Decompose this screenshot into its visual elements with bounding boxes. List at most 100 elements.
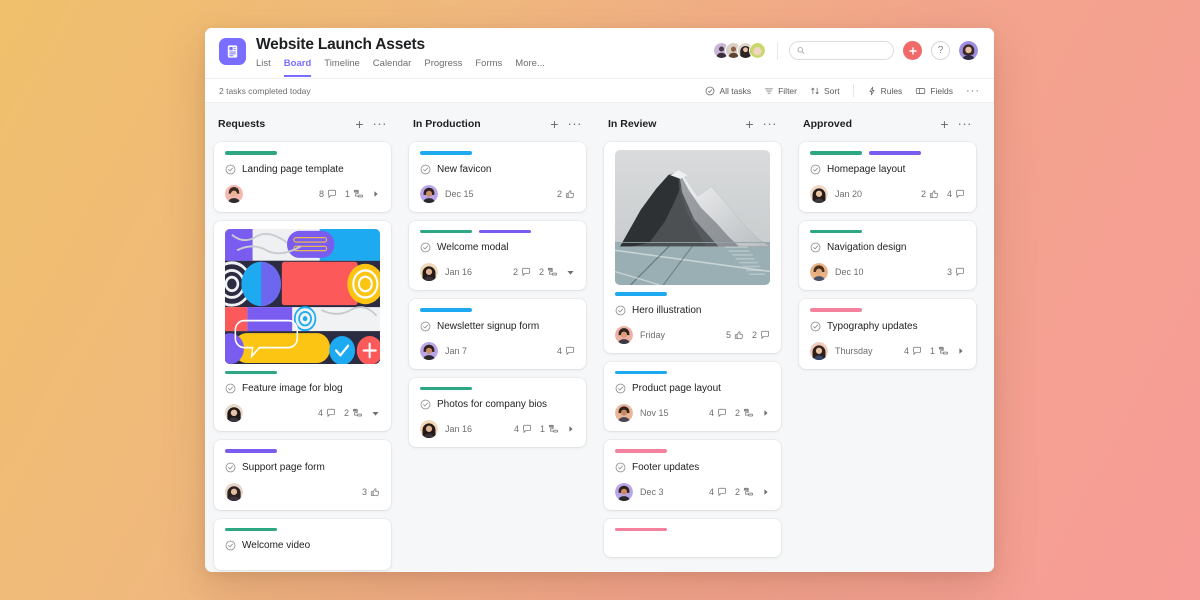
comment-count: 4 — [514, 424, 532, 434]
assignee-avatar[interactable] — [225, 404, 243, 422]
caret-down-icon[interactable] — [371, 409, 380, 418]
help-button[interactable]: ? — [931, 41, 950, 60]
complete-check-icon[interactable] — [420, 321, 431, 332]
member-avatars[interactable] — [713, 42, 766, 59]
due-date: Nov 15 — [640, 408, 669, 418]
tag-green — [810, 151, 862, 155]
complete-check-icon[interactable] — [810, 321, 821, 332]
rules-button[interactable]: Rules — [867, 86, 902, 96]
caret-right-icon[interactable] — [762, 488, 770, 496]
sort-button[interactable]: Sort — [810, 86, 840, 96]
assignee-avatar[interactable] — [615, 325, 633, 344]
complete-check-icon[interactable] — [420, 164, 431, 175]
task-card[interactable]: Navigation design Dec 10 3 — [799, 220, 976, 290]
task-card[interactable]: Photos for company bios Jan 16 4 1 — [409, 377, 586, 447]
complete-check-icon[interactable] — [225, 540, 236, 551]
assignee-avatar[interactable] — [225, 184, 243, 203]
search-box[interactable] — [789, 41, 894, 60]
all-tasks-button[interactable]: All tasks — [705, 86, 751, 96]
filter-label: Filter — [778, 85, 797, 96]
complete-check-icon[interactable] — [225, 383, 236, 394]
subtask-icon — [353, 189, 363, 197]
add-button[interactable] — [903, 41, 922, 60]
column-menu-button[interactable]: ··· — [373, 117, 388, 130]
tab-list[interactable]: List — [256, 56, 271, 77]
complete-check-icon[interactable] — [225, 462, 236, 473]
comment-count: 4 — [557, 346, 575, 356]
task-card[interactable]: Feature image for blog 4 2 — [214, 220, 391, 431]
add-card-button[interactable]: + — [940, 117, 948, 131]
caret-down-icon[interactable] — [566, 268, 575, 277]
complete-check-icon[interactable] — [420, 242, 431, 253]
due-date: Jan 7 — [445, 345, 468, 356]
search-input[interactable] — [809, 45, 886, 56]
more-options-button[interactable]: ··· — [966, 85, 980, 96]
add-card-button[interactable]: + — [550, 117, 558, 131]
complete-check-icon[interactable] — [615, 305, 626, 316]
task-card[interactable]: Footer updates Dec 3 4 2 — [604, 440, 781, 510]
column-menu-button[interactable]: ··· — [958, 117, 973, 130]
assignee-avatar[interactable] — [420, 184, 438, 203]
caret-right-icon[interactable] — [372, 190, 380, 198]
task-card[interactable]: Homepage layout Jan 20 2 4 — [799, 142, 976, 212]
assignee-avatar[interactable] — [810, 263, 828, 281]
assignee-avatar[interactable] — [810, 341, 828, 360]
avatar[interactable] — [749, 42, 766, 59]
subtask-count: 2 — [735, 487, 754, 497]
card-meta: 4 2 — [709, 408, 770, 418]
card-meta: 4 1 — [904, 346, 965, 356]
complete-check-icon[interactable] — [615, 462, 626, 473]
board-list-icon — [219, 38, 246, 65]
complete-check-icon[interactable] — [225, 164, 236, 175]
tag-pink — [810, 308, 862, 312]
card-title: New favicon — [437, 163, 492, 175]
tab-more[interactable]: More... — [515, 56, 545, 77]
complete-check-icon[interactable] — [810, 242, 821, 253]
comment-icon — [956, 267, 964, 277]
card-title: Newsletter signup form — [437, 320, 540, 332]
caret-right-icon[interactable] — [762, 409, 770, 417]
task-card[interactable]: Support page form 3 — [214, 440, 391, 510]
assignee-avatar[interactable] — [225, 482, 243, 501]
task-card[interactable]: Welcome video — [214, 518, 391, 570]
task-card[interactable] — [604, 518, 781, 557]
tab-progress[interactable]: Progress — [424, 56, 462, 77]
tag-purple — [479, 229, 531, 233]
task-card[interactable]: Hero illustration Friday 5 2 — [604, 142, 781, 353]
caret-right-icon[interactable] — [957, 347, 965, 355]
caret-right-icon[interactable] — [567, 425, 575, 433]
comment-icon — [913, 346, 921, 355]
thumbsup-icon — [370, 487, 379, 496]
task-card[interactable]: Landing page template 8 1 — [214, 142, 391, 212]
tab-calendar[interactable]: Calendar — [373, 56, 412, 77]
due-date: Jan 16 — [445, 267, 473, 277]
add-card-button[interactable]: + — [355, 117, 363, 131]
fields-button[interactable]: Fields — [915, 86, 953, 96]
complete-check-icon[interactable] — [615, 383, 626, 394]
column-menu-button[interactable]: ··· — [568, 117, 583, 130]
tab-board[interactable]: Board — [283, 56, 312, 77]
task-card[interactable]: Welcome modal Jan 16 2 2 — [409, 220, 586, 290]
assignee-avatar[interactable] — [615, 482, 633, 501]
task-card[interactable]: Newsletter signup form Jan 7 4 — [409, 299, 586, 369]
comment-icon — [956, 189, 964, 198]
task-card[interactable]: Typography updates Thursday 4 1 — [799, 299, 976, 369]
task-card[interactable]: Product page layout Nov 15 4 2 — [604, 361, 781, 431]
assignee-avatar[interactable] — [420, 263, 438, 281]
task-card[interactable]: New favicon Dec 15 2 — [409, 142, 586, 212]
column-header: Approved + ··· — [799, 113, 976, 135]
filter-button[interactable]: Filter — [764, 86, 797, 96]
complete-check-icon[interactable] — [810, 164, 821, 175]
comment-icon — [718, 487, 726, 496]
card-tags — [810, 151, 965, 155]
tab-timeline[interactable]: Timeline — [324, 56, 360, 77]
add-card-button[interactable]: + — [745, 117, 753, 131]
assignee-avatar[interactable] — [420, 420, 438, 438]
assignee-avatar[interactable] — [420, 341, 438, 360]
column-menu-button[interactable]: ··· — [763, 117, 778, 130]
tab-forms[interactable]: Forms — [475, 56, 502, 77]
complete-check-icon[interactable] — [420, 399, 431, 410]
assignee-avatar[interactable] — [810, 184, 828, 203]
current-user-avatar[interactable] — [959, 41, 978, 60]
assignee-avatar[interactable] — [615, 404, 633, 422]
